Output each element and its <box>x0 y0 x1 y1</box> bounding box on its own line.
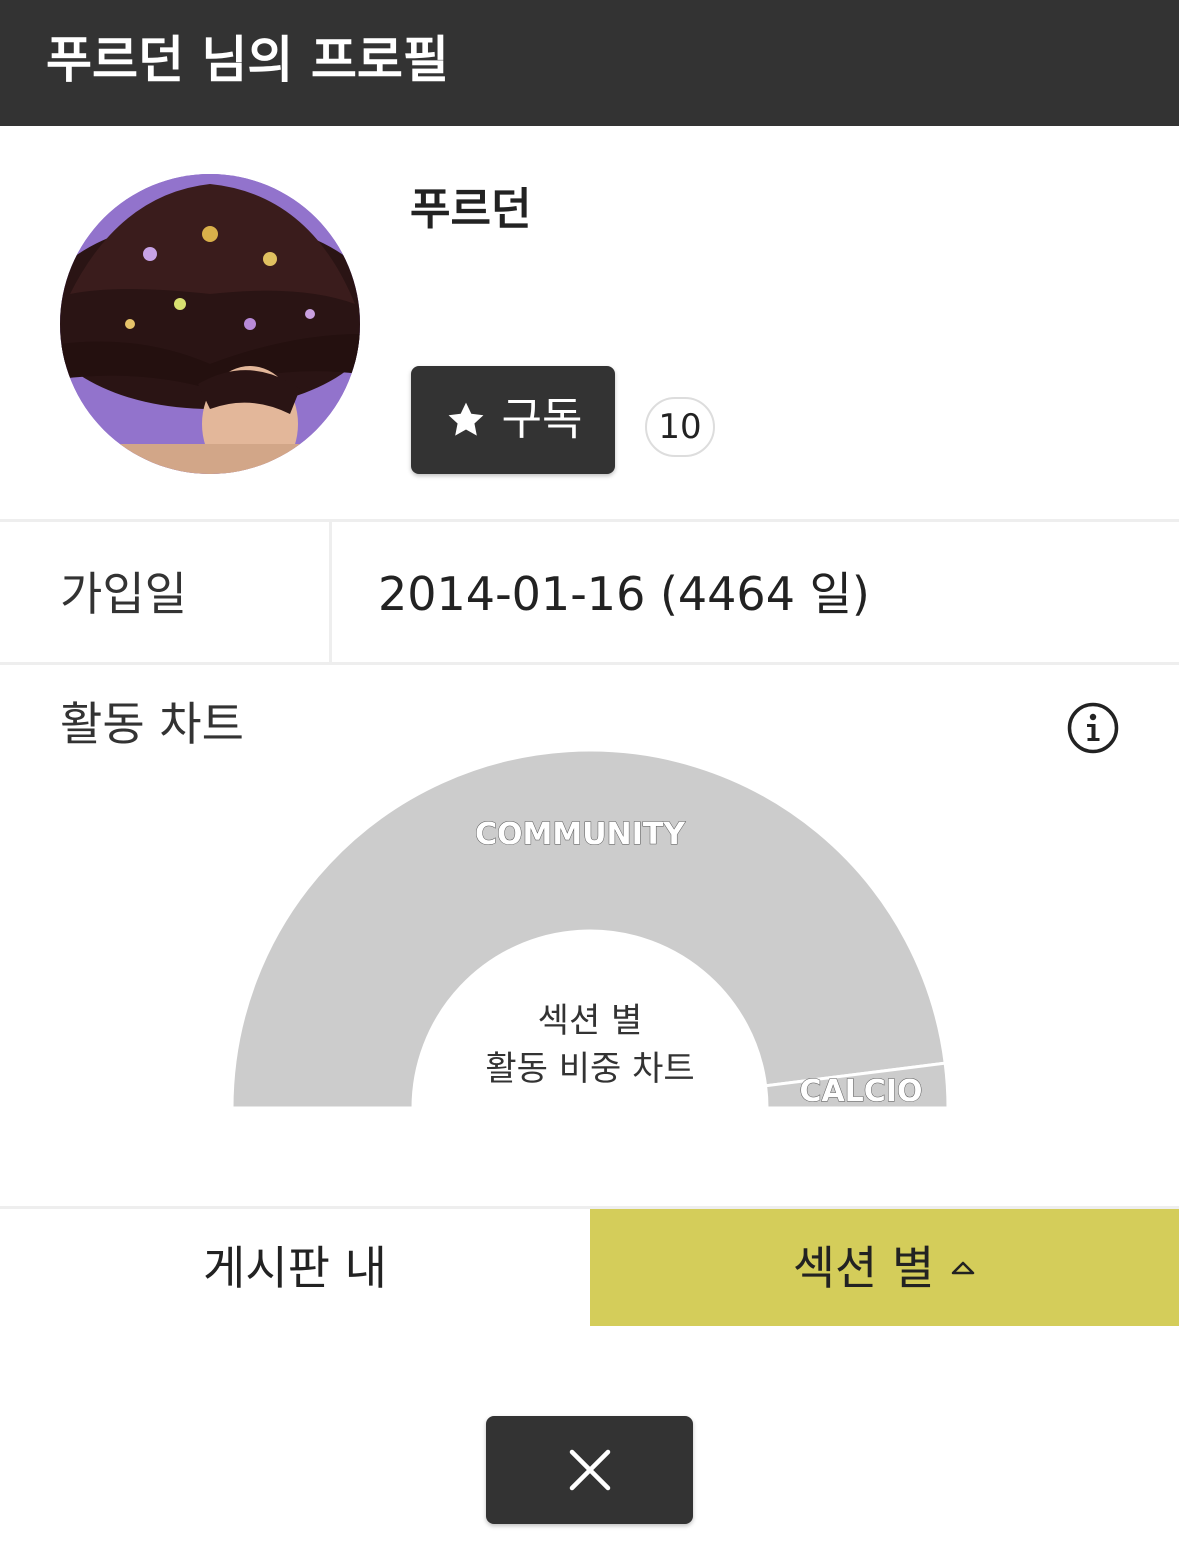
join-date-label: 가입일 <box>60 567 187 621</box>
star-icon <box>448 402 483 436</box>
username: 푸르던 <box>410 184 532 235</box>
column-divider <box>329 522 332 664</box>
page-title: 푸르던 님의 프로필 <box>46 31 449 89</box>
caret-up-icon <box>952 1261 975 1274</box>
tab-section[interactable]: 섹션 별 <box>590 1209 1179 1326</box>
chart-label-calcio: CALCIO <box>799 1074 922 1109</box>
tab-board-label: 게시판 내 <box>203 1240 387 1295</box>
header-bar: 푸르던 님의 프로필 <box>0 0 1179 126</box>
tab-board[interactable]: 게시판 내 <box>0 1209 590 1326</box>
subscribe-label: 구독 <box>501 394 583 445</box>
close-icon <box>569 1449 610 1491</box>
close-button[interactable] <box>486 1416 693 1524</box>
subscriber-count-badge: 10 <box>645 397 715 457</box>
join-date-value: 2014-01-16 (4464 일) <box>378 567 870 621</box>
chart-center-label: 섹션 별 <box>537 1001 643 1041</box>
divider <box>0 519 1179 522</box>
subscribe-button[interactable]: 구독 <box>411 366 615 474</box>
chart-center-label: 활동 비중 차트 <box>485 1049 695 1089</box>
tab-section-label: 섹션 별 <box>792 1240 935 1295</box>
avatar <box>60 174 360 474</box>
divider <box>0 662 1179 665</box>
chart-label-community: COMMUNITY <box>475 817 686 852</box>
